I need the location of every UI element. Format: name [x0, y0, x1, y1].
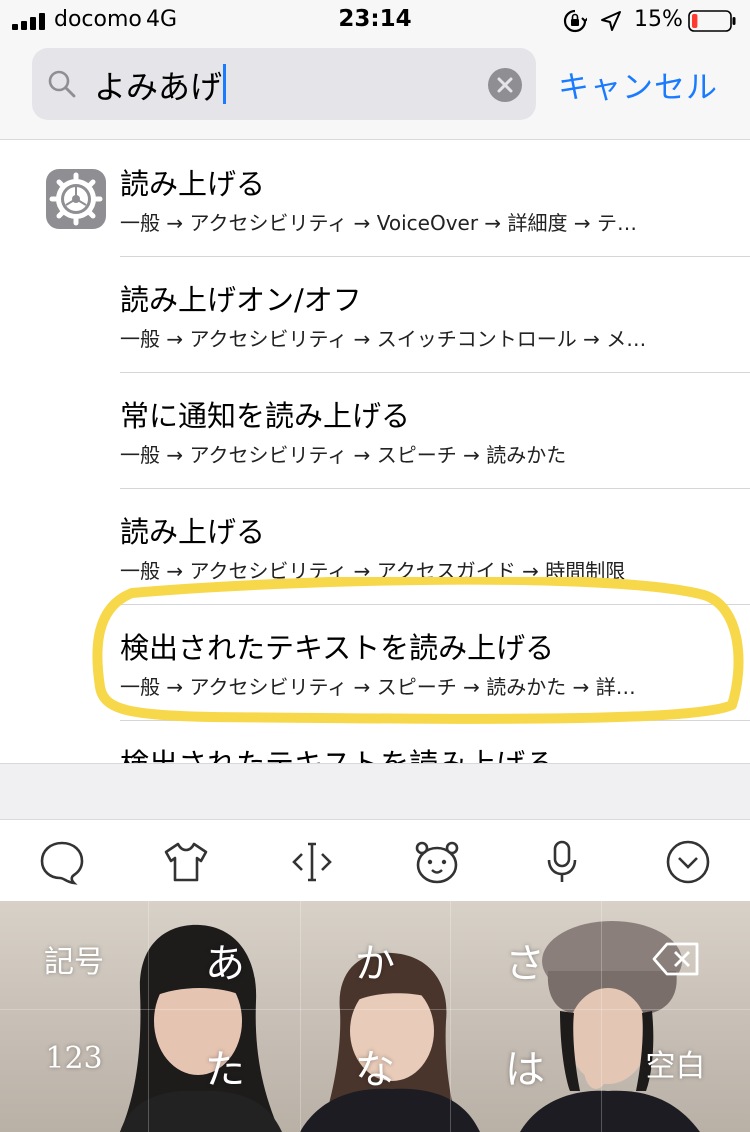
- battery-icon: [688, 10, 736, 32]
- rotation-lock-icon: [563, 9, 587, 33]
- result-title: 読み上げオン/オフ: [120, 283, 362, 317]
- result-row[interactable]: 常に通知を読み上げる 一般 → アクセシビリティ → スピーチ → 読みかた: [120, 373, 750, 489]
- key-symbols[interactable]: 記号: [0, 937, 148, 981]
- text-caret: [223, 64, 227, 104]
- settings-app-icon: [46, 169, 106, 229]
- battery-percent: 15%: [634, 7, 683, 32]
- shirt-icon[interactable]: [162, 838, 210, 886]
- search-results-list: 読み上げる 一般 → アクセシビリティ → VoiceOver → 詳細度 → …: [0, 141, 750, 763]
- result-row[interactable]: 検出されたテキストを読み上げる: [120, 721, 750, 763]
- search-bar-area: よみあげ キャンセル: [0, 40, 750, 140]
- key-ka[interactable]: か: [300, 931, 450, 989]
- search-query-wrapper: よみあげ: [94, 62, 227, 108]
- key-sa[interactable]: さ: [450, 931, 600, 989]
- key-divider: [0, 1009, 750, 1010]
- bear-face-icon[interactable]: [413, 838, 461, 886]
- key-divider: [601, 901, 602, 1132]
- key-divider: [148, 901, 149, 1132]
- flick-keyboard: 記号 あ か さ 123 た な は 空白: [0, 901, 750, 1132]
- chat-bubble-icon[interactable]: [38, 838, 86, 886]
- result-row[interactable]: 読み上げる 一般 → アクセシビリティ → VoiceOver → 詳細度 → …: [120, 141, 750, 257]
- key-ta[interactable]: た: [150, 1037, 300, 1095]
- location-icon: [601, 11, 621, 31]
- delete-key[interactable]: [601, 937, 750, 987]
- keyboard-toolbar: [0, 819, 750, 901]
- search-query: よみあげ: [94, 68, 223, 106]
- backspace-icon: [652, 942, 698, 976]
- result-row[interactable]: 読み上げオン/オフ 一般 → アクセシビリティ → スイッチコントロール → メ…: [120, 257, 750, 373]
- result-title: 読み上げる: [120, 167, 266, 201]
- key-na[interactable]: な: [300, 1037, 450, 1095]
- search-icon: [48, 70, 76, 98]
- result-title: 検出されたテキストを読み上げる: [120, 741, 554, 763]
- gear-icon: [49, 172, 103, 226]
- clear-search-button[interactable]: [488, 68, 522, 102]
- screen: docomo 4G 23:14 15% よみあげ キャンセル 読み上げる 一般 …: [0, 0, 750, 1132]
- cancel-button[interactable]: キャンセル: [558, 62, 718, 107]
- result-title: 読み上げる: [120, 515, 266, 549]
- microphone-icon[interactable]: [538, 838, 586, 886]
- key-a[interactable]: あ: [150, 931, 300, 989]
- cursor-move-icon[interactable]: [288, 838, 336, 886]
- clear-icon: [497, 77, 513, 93]
- result-path: 一般 → アクセシビリティ → VoiceOver → 詳細度 → テ…: [120, 211, 638, 235]
- key-ha[interactable]: は: [450, 1037, 600, 1095]
- collapse-keyboard-icon[interactable]: [664, 838, 712, 886]
- key-space[interactable]: 空白: [601, 1041, 750, 1085]
- status-bar: docomo 4G 23:14 15%: [0, 0, 750, 40]
- result-path: 一般 → アクセシビリティ → スイッチコントロール → メ…: [120, 327, 647, 351]
- keyboard-separator: [0, 763, 750, 819]
- yellow-highlight-annotation: [92, 577, 744, 724]
- result-path: 一般 → アクセシビリティ → スピーチ → 読みかた: [120, 443, 567, 467]
- result-title: 常に通知を読み上げる: [120, 399, 411, 433]
- key-numbers[interactable]: 123: [0, 1041, 148, 1076]
- search-input[interactable]: よみあげ: [32, 48, 536, 120]
